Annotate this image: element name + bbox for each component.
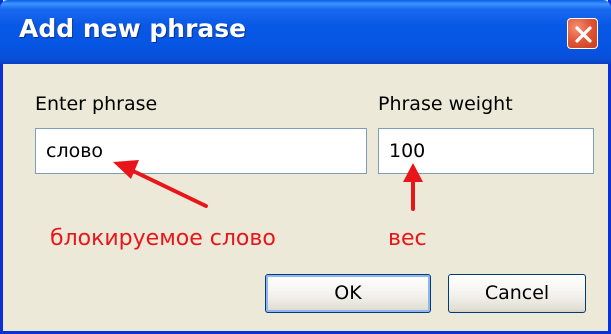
arrow-to-phrase xyxy=(113,160,208,208)
arrow-to-weight xyxy=(403,163,423,211)
annotation-arrows xyxy=(113,160,423,211)
add-phrase-dialog: Add new phrase Enter phrase слово Phrase… xyxy=(0,0,611,334)
